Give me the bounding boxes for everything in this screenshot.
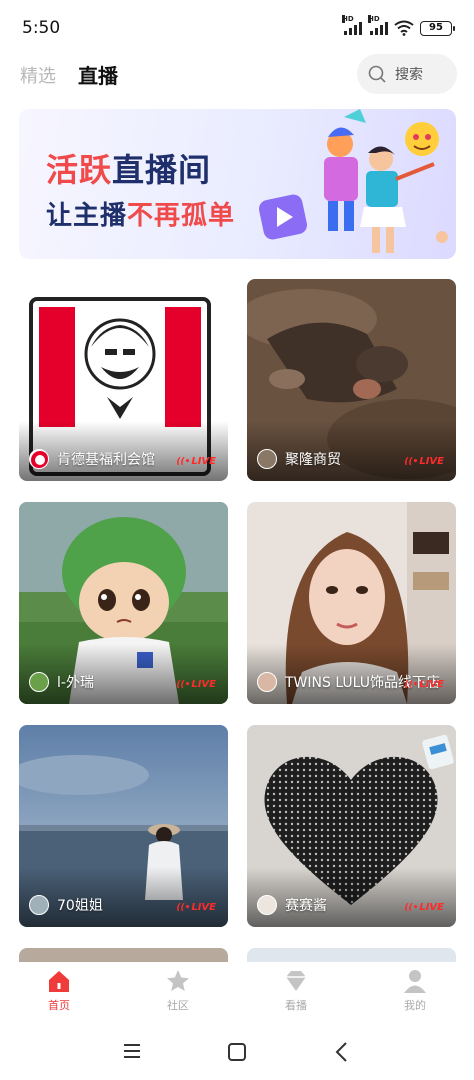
nav-profile-label: 我的: [404, 999, 426, 1012]
signal-hd-tag-2: HD: [368, 15, 380, 23]
stream-card[interactable]: 赛赛酱 ((• LIVE: [247, 725, 456, 927]
banner-subline: 让主播不再孤单: [46, 195, 235, 232]
stream-card[interactable]: l-外瑞 ((• LIVE: [19, 502, 228, 704]
stream-card[interactable]: 70姐姐 ((• LIVE: [19, 725, 228, 927]
status-icons: HD HD 95: [342, 15, 455, 36]
search-box[interactable]: 搜索: [357, 54, 457, 94]
live-signal-icon: ((•: [404, 902, 419, 913]
card-gradient: [19, 644, 228, 704]
stream-card[interactable]: 肯德基福利会馆 ((• LIVE: [19, 279, 228, 481]
live-badge-text: LIVE: [191, 902, 216, 913]
promo-banner[interactable]: 活跃直播间 让主播不再孤单: [19, 109, 456, 259]
live-badge: ((• LIVE: [404, 456, 444, 467]
live-badge-text: LIVE: [419, 456, 444, 467]
banner-subline-highlight: 不再孤单: [127, 201, 236, 231]
tab-live[interactable]: 直播: [78, 60, 118, 89]
live-signal-icon: ((•: [176, 456, 191, 467]
nav-home[interactable]: 首页: [29, 968, 89, 1013]
tab-featured[interactable]: 精选: [20, 62, 56, 88]
star-icon: [167, 970, 189, 991]
streamer-name: l-外瑞: [57, 675, 94, 691]
streamer-avatar: [257, 672, 277, 692]
person-icon: [404, 970, 426, 993]
banner-illustration: [258, 109, 448, 253]
streamer-avatar: [29, 895, 49, 915]
live-badge: ((• LIVE: [176, 456, 216, 467]
live-signal-icon: ((•: [404, 679, 419, 690]
status-bar: 5:50 HD HD 95: [0, 0, 474, 56]
live-signal-icon: ((•: [176, 679, 191, 690]
wifi-icon: [394, 20, 414, 36]
card-gradient: [19, 867, 228, 927]
live-badge-text: LIVE: [191, 679, 216, 690]
live-badge-text: LIVE: [419, 902, 444, 913]
card-gradient: [247, 867, 456, 927]
nav-watch-label: 看播: [285, 999, 307, 1012]
banner-headline-highlight: 活跃: [46, 151, 113, 189]
search-label: 搜索: [395, 67, 423, 83]
streamer-name: 赛赛酱: [285, 898, 327, 914]
streamer-name: 肯德基福利会馆: [57, 452, 155, 468]
home-square-icon[interactable]: [227, 1042, 247, 1062]
nav-home-label: 首页: [48, 999, 70, 1012]
home-icon: [49, 971, 69, 992]
live-badge: ((• LIVE: [404, 679, 444, 690]
nav-community-label: 社区: [167, 999, 189, 1012]
streamer-avatar: [29, 449, 49, 469]
card-gradient: [247, 421, 456, 481]
live-signal-icon: ((•: [404, 456, 419, 467]
live-badge: ((• LIVE: [176, 679, 216, 690]
menu-icon[interactable]: [122, 1042, 142, 1060]
bottom-nav: 首页 社区 看播 我的: [0, 962, 474, 1026]
signal-hd-tag: HD: [342, 15, 354, 23]
banner-headline-rest: 直播间: [112, 151, 212, 189]
live-badge: ((• LIVE: [176, 902, 216, 913]
streamer-name: 70姐姐: [57, 898, 103, 914]
live-badge: ((• LIVE: [404, 902, 444, 913]
stream-card-partial[interactable]: [247, 948, 456, 962]
stream-card[interactable]: TWINS LULU饰品线下店 ((• LIVE: [247, 502, 456, 704]
live-badge-text: LIVE: [191, 456, 216, 467]
nav-community[interactable]: 社区: [148, 968, 208, 1013]
stream-card-partial[interactable]: [19, 948, 228, 962]
streamer-avatar: [257, 895, 277, 915]
streamer-avatar: [29, 672, 49, 692]
search-icon: [368, 65, 386, 83]
battery-icon: 95: [420, 20, 455, 36]
banner-headline: 活跃直播间: [46, 145, 211, 191]
live-badge-text: LIVE: [419, 679, 444, 690]
diamond-icon: [286, 971, 306, 991]
signal-icon-2: HD: [368, 15, 388, 35]
nav-watch[interactable]: 看播: [266, 968, 326, 1013]
system-nav-bar: [0, 1026, 474, 1080]
back-icon[interactable]: [334, 1041, 348, 1063]
stream-card[interactable]: 聚隆商贸 ((• LIVE: [247, 279, 456, 481]
live-signal-icon: ((•: [176, 902, 191, 913]
banner-subline-start: 让主播: [46, 201, 128, 231]
nav-profile[interactable]: 我的: [385, 968, 445, 1013]
status-time: 5:50: [22, 18, 61, 38]
streamer-avatar: [257, 449, 277, 469]
streamer-name: 聚隆商贸: [285, 452, 341, 468]
signal-icon: HD: [342, 15, 362, 35]
